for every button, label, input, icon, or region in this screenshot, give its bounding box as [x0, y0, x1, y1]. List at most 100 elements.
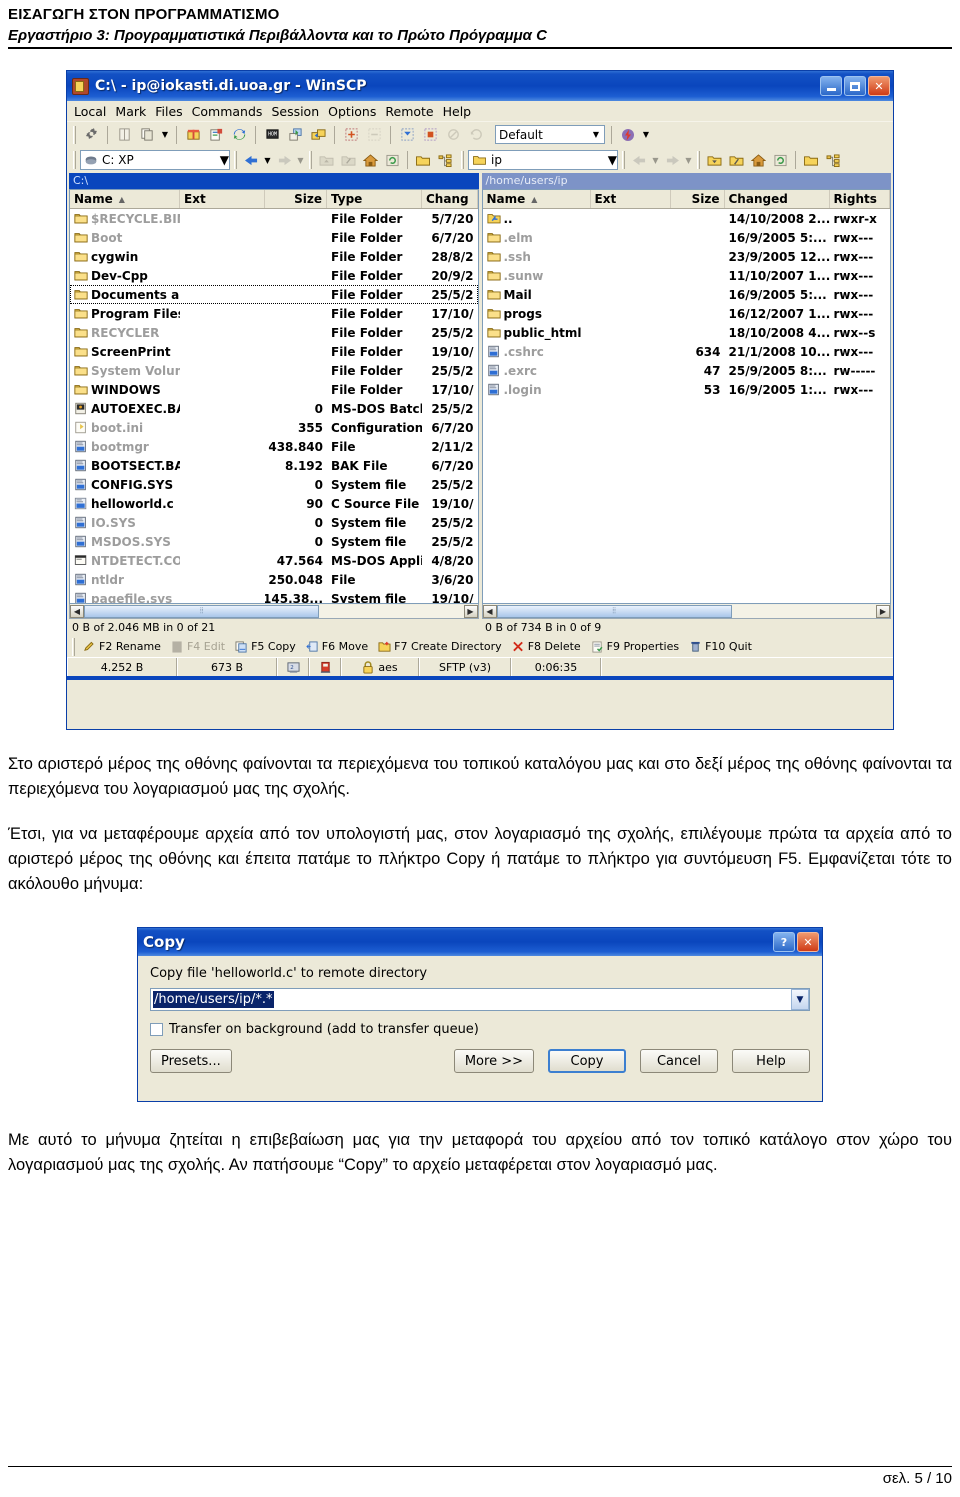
presets-button[interactable]: Presets...: [150, 1049, 232, 1073]
local-scroll-thumb[interactable]: ⦙⦙: [84, 604, 320, 618]
table-row[interactable]: ScreenPrint File Folder 19/10/: [70, 342, 478, 361]
remote-directory-combo[interactable]: ip ▼: [468, 150, 618, 170]
synchronize-browsing-icon[interactable]: [114, 125, 134, 145]
function-key-grip[interactable]: [72, 637, 75, 656]
session-preset-combo[interactable]: Default ▼: [495, 125, 605, 144]
function-key-f5[interactable]: F5 Copy: [231, 640, 300, 653]
local-nav-grip[interactable]: [234, 151, 237, 169]
put-files-icon[interactable]: [285, 125, 305, 145]
settings-gear-icon[interactable]: [81, 125, 101, 145]
local-col-name[interactable]: Name ▲: [70, 190, 180, 208]
local-back-dropdown-icon[interactable]: ▼: [263, 150, 272, 170]
table-row[interactable]: cygwin File Folder 28/8/2: [70, 247, 478, 266]
local-home-directory-icon[interactable]: [360, 150, 380, 170]
encryption-indicator[interactable]: aes: [341, 658, 419, 676]
select-files-icon[interactable]: [341, 125, 361, 145]
session-icon[interactable]: [618, 125, 638, 145]
local-scroll-right-icon[interactable]: ▶: [463, 604, 478, 618]
remote-scroll-track[interactable]: ⦙⦙: [496, 604, 876, 618]
local-addressbar-grip[interactable]: [73, 151, 76, 169]
menu-local[interactable]: Local: [74, 104, 106, 119]
table-row[interactable]: .. 14/10/2008 2... rwxr-x: [483, 209, 891, 228]
function-key-f10[interactable]: F10 Quit: [685, 640, 756, 653]
remote-directory-arrow-icon[interactable]: ▼: [608, 153, 617, 167]
select-mask-icon[interactable]: [397, 125, 417, 145]
transfer-queue-indicator[interactable]: [309, 658, 341, 676]
local-back-icon[interactable]: [241, 150, 261, 170]
table-row[interactable]: CONFIG.SYS 0 System file 25/5/2: [70, 475, 478, 494]
compression-indicator[interactable]: 2: [277, 658, 309, 676]
function-key-f7[interactable]: F7 Create Directory: [374, 640, 506, 653]
table-row[interactable]: Boot File Folder 6/7/20: [70, 228, 478, 247]
local-file-list[interactable]: $RECYCLE.BIN File Folder 5/7/20 Boot File Fo…: [70, 209, 478, 603]
remote-col-size[interactable]: Size: [671, 190, 725, 208]
table-row[interactable]: .cshrc 634 21/1/2008 10... rwx---: [483, 342, 891, 361]
table-row[interactable]: .elm 16/9/2005 5:... rwx---: [483, 228, 891, 247]
table-row[interactable]: IO.SYS 0 System file 25/5/2: [70, 513, 478, 532]
local-folder-grip[interactable]: [309, 151, 312, 169]
table-row[interactable]: Program Files File Folder 17/10/: [70, 304, 478, 323]
copy-target-combo[interactable]: /home/users/ip/*.* ▼: [150, 988, 810, 1011]
remote-home-directory-icon[interactable]: [748, 150, 768, 170]
function-key-f6[interactable]: F6 Move: [302, 640, 372, 653]
local-tree-icon[interactable]: [435, 150, 455, 170]
menu-remote[interactable]: Remote: [385, 104, 433, 119]
table-row[interactable]: AUTOEXEC.BAT 0 MS-DOS Batch... 25/5/2: [70, 399, 478, 418]
console-icon[interactable]: HOM: [262, 125, 282, 145]
copy-button[interactable]: Copy: [548, 1049, 626, 1073]
remote-root-directory-icon[interactable]: [726, 150, 746, 170]
remote-col-rights[interactable]: Rights: [830, 190, 890, 208]
remote-addressbar-grip[interactable]: [461, 151, 464, 169]
table-row[interactable]: helloworld.c 90 C Source File 19/10/: [70, 494, 478, 513]
table-row[interactable]: .exrc 47 25/9/2005 8:... rw-----: [483, 361, 891, 380]
close-button[interactable]: ✕: [868, 76, 890, 96]
copy-files-icon[interactable]: [137, 125, 157, 145]
session-dropdown-arrow-icon[interactable]: ▼: [641, 125, 651, 145]
remote-parent-directory-icon[interactable]: [704, 150, 724, 170]
local-panel-body[interactable]: Name ▲ Ext Size Type Chang $RECYCLE.BIN F…: [69, 189, 479, 604]
table-row[interactable]: bootmgr 438.840 File 2/11/2: [70, 437, 478, 456]
remote-scroll-right-icon[interactable]: ▶: [876, 604, 890, 618]
table-row[interactable]: BOOTSECT.BAK 8.192 BAK File 6/7/20: [70, 456, 478, 475]
copy-dialog-close-button[interactable]: ✕: [797, 932, 819, 952]
session-list-icon[interactable]: [206, 125, 226, 145]
copy-target-dropdown-arrow-icon[interactable]: ▼: [791, 989, 809, 1010]
remote-col-name[interactable]: Name ▲: [483, 190, 591, 208]
remote-hscrollbar[interactable]: ◀ ⦙⦙ ▶: [481, 604, 891, 619]
local-col-ext[interactable]: Ext: [180, 190, 265, 208]
function-key-f2[interactable]: F2 Rename: [79, 640, 165, 653]
remote-tree-icon[interactable]: [823, 150, 843, 170]
table-row[interactable]: .ssh 23/9/2005 12... rwx---: [483, 247, 891, 266]
refresh-icon[interactable]: [229, 125, 249, 145]
help-button[interactable]: ?: [773, 932, 795, 952]
remote-scroll-left-icon[interactable]: ◀: [482, 604, 497, 618]
table-row[interactable]: progs 16/12/2007 1... rwx---: [483, 304, 891, 323]
table-row[interactable]: RECYCLER File Folder 25/5/2: [70, 323, 478, 342]
menu-session[interactable]: Session: [271, 104, 319, 119]
local-col-changed[interactable]: Chang: [422, 190, 478, 208]
remote-open-directory-icon[interactable]: [801, 150, 821, 170]
remote-scroll-thumb[interactable]: ⦙⦙: [496, 604, 732, 618]
remote-folder-grip[interactable]: [697, 151, 700, 169]
remote-nav-grip[interactable]: [622, 151, 625, 169]
table-row[interactable]: Dev-Cpp File Folder 20/9/2: [70, 266, 478, 285]
table-row[interactable]: .sunw 11/10/2007 1... rwx---: [483, 266, 891, 285]
session-preset-arrow-icon[interactable]: ▼: [590, 130, 602, 139]
cancel-button[interactable]: Cancel: [640, 1049, 718, 1073]
menu-files[interactable]: Files: [155, 104, 182, 119]
function-key-f8[interactable]: F8 Delete: [508, 640, 585, 653]
menu-help[interactable]: Help: [443, 104, 472, 119]
table-row[interactable]: boot.ini 355 Configuration ... 6/7/20: [70, 418, 478, 437]
local-scroll-track[interactable]: ⦙⦙: [84, 604, 464, 618]
transfer-background-checkbox[interactable]: [150, 1023, 163, 1036]
synchronize-icon[interactable]: [308, 125, 328, 145]
copy-dialog-help-button[interactable]: Help: [732, 1049, 810, 1073]
table-row[interactable]: .login 53 16/9/2005 1:... rwx---: [483, 380, 891, 399]
table-row[interactable]: $RECYCLE.BIN File Folder 5/7/20: [70, 209, 478, 228]
local-drive-arrow-icon[interactable]: ▼: [220, 153, 229, 167]
table-row[interactable]: System Volume Info... File Folder 25/5/2: [70, 361, 478, 380]
menu-commands[interactable]: Commands: [192, 104, 263, 119]
local-drive-combo[interactable]: C: XP ▼: [80, 150, 230, 170]
table-row[interactable]: Mail 16/9/2005 5:... rwx---: [483, 285, 891, 304]
remote-panel-body[interactable]: Name ▲ Ext Size Changed Rights .. 14/10/2…: [481, 189, 891, 604]
